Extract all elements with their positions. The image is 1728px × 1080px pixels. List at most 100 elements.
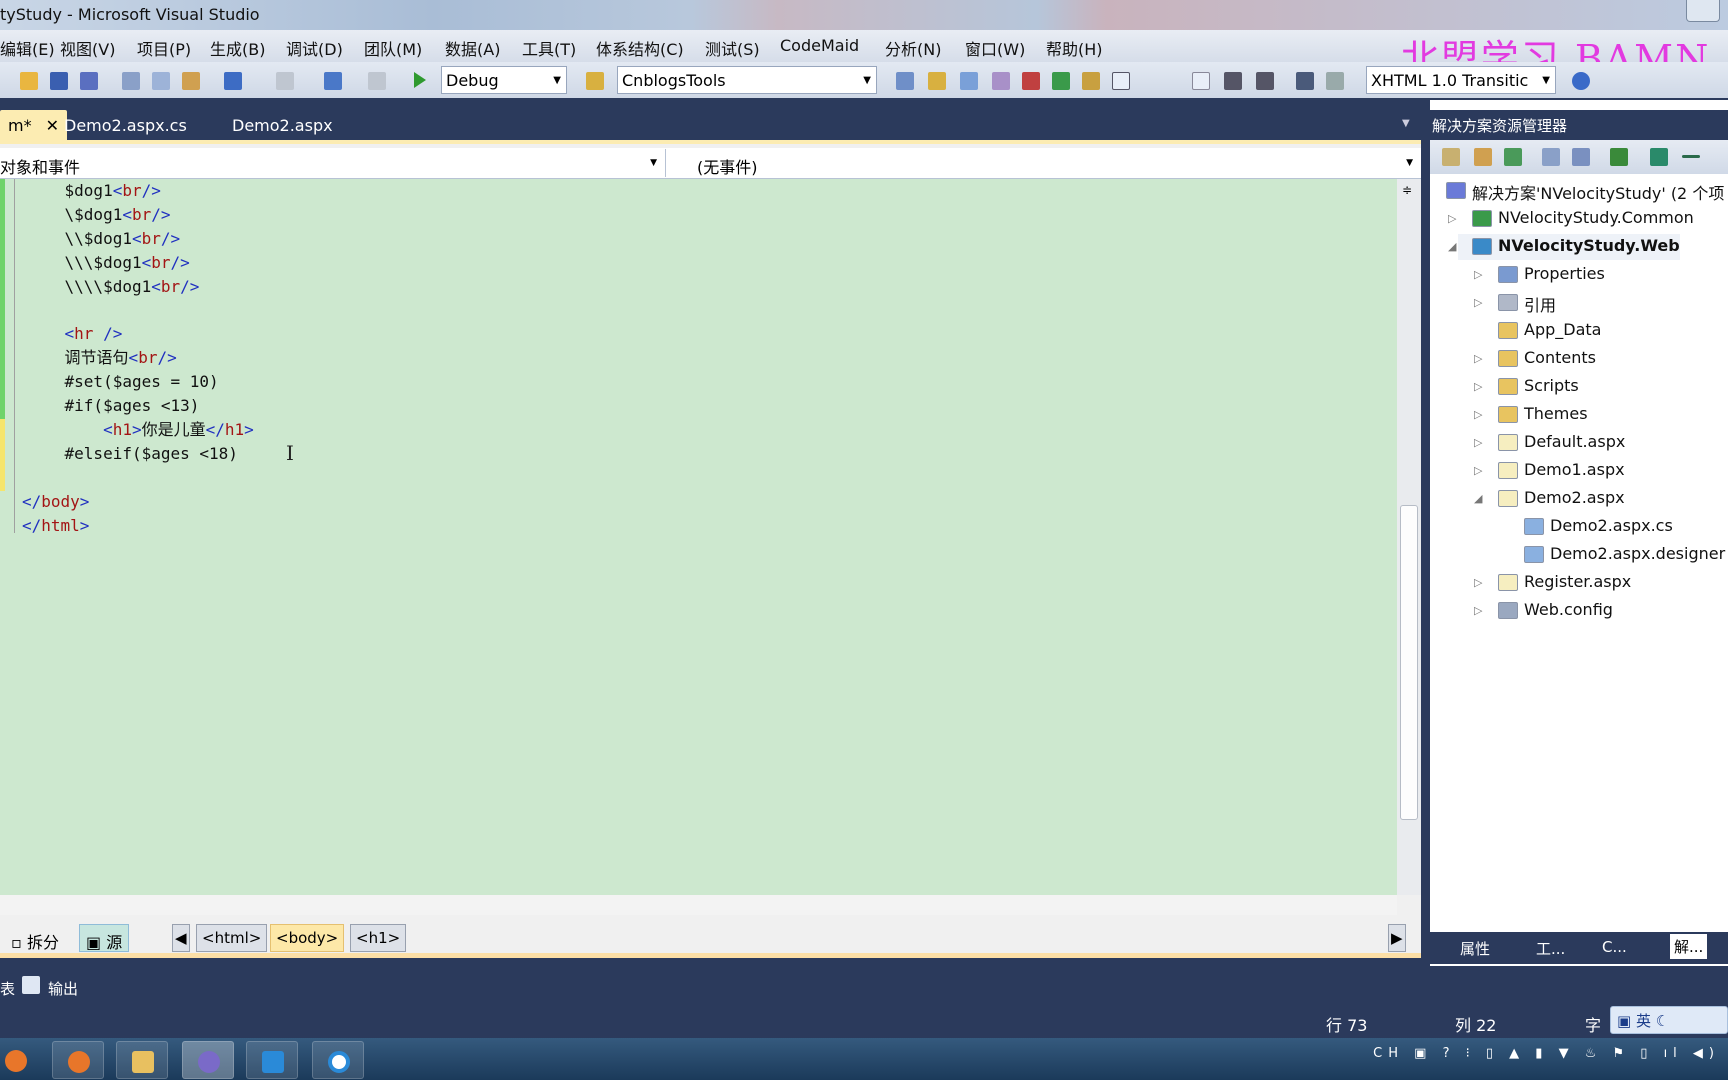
breadcrumb-scroll-right[interactable]: ▶: [1388, 924, 1406, 952]
breadcrumb-item[interactable]: <body>: [270, 924, 345, 952]
menu-item[interactable]: 窗口(W): [965, 36, 1025, 60]
command-window-icon[interactable]: [1112, 72, 1130, 90]
solution-explorer-icon[interactable]: [928, 72, 946, 90]
expand-icon[interactable]: ▷: [1474, 268, 1482, 281]
find-icon[interactable]: [368, 72, 386, 90]
start-button[interactable]: [0, 1041, 42, 1079]
code-area[interactable]: $dog1<br/> \$dog1<br/> \\$dog1<br/> \\\$…: [0, 179, 1397, 895]
properties-icon[interactable]: [1442, 148, 1460, 166]
expand-icon[interactable]: ▷: [1474, 408, 1482, 421]
find-in-files-icon[interactable]: [896, 72, 914, 90]
collapse-icon[interactable]: ◢: [1474, 492, 1482, 505]
language-indicator[interactable]: CH: [1373, 1046, 1404, 1061]
expand-icon[interactable]: ▷: [1474, 576, 1482, 589]
properties-icon[interactable]: [960, 72, 978, 90]
tree-item[interactable]: ▷ Demo1.aspx: [1430, 458, 1728, 484]
menu-item[interactable]: 视图(V): [60, 36, 115, 60]
expand-icon[interactable]: ▷: [1474, 464, 1482, 477]
toolbox-icon[interactable]: [1022, 72, 1040, 90]
minimize-button[interactable]: [1686, 0, 1720, 22]
start-debug-icon[interactable]: [414, 72, 426, 88]
menu-item[interactable]: 数据(A): [445, 36, 500, 60]
tree-item[interactable]: ▷ NVelocityStudy.Common: [1430, 206, 1728, 232]
start-page-icon[interactable]: [1052, 72, 1070, 90]
explorer-tab[interactable]: 工...: [1536, 938, 1565, 959]
expand-icon[interactable]: ▷: [1474, 380, 1482, 393]
split-handle-icon[interactable]: ≑: [1402, 183, 1412, 197]
open-icon[interactable]: [20, 72, 38, 90]
refresh-icon[interactable]: [1504, 148, 1522, 166]
taskbar-visual-studio[interactable]: [182, 1041, 234, 1079]
tree-item[interactable]: 解决方案'NVelocityStudy' (2 个项: [1430, 178, 1728, 204]
tab-error-list[interactable]: 表: [0, 978, 15, 999]
copy-icon[interactable]: [152, 72, 170, 90]
explorer-tab[interactable]: 属性: [1460, 938, 1490, 959]
taskbar-firefox[interactable]: [52, 1041, 104, 1079]
show-all-files-icon[interactable]: [1474, 148, 1492, 166]
taskbar-recorder[interactable]: [312, 1041, 364, 1079]
explorer-tab[interactable]: C...: [1602, 938, 1627, 956]
tab-list-dropdown-icon[interactable]: ▼: [1402, 118, 1410, 129]
collapse-icon[interactable]: ◢: [1448, 240, 1456, 253]
tree-item[interactable]: ▷ Web.config: [1430, 598, 1728, 624]
tab-output[interactable]: 输出: [48, 978, 78, 999]
menu-item[interactable]: 测试(S): [705, 36, 760, 60]
menu-item[interactable]: 工具(T): [522, 36, 576, 60]
menu-item[interactable]: 团队(M): [364, 36, 422, 60]
expand-icon[interactable]: ▷: [1448, 212, 1456, 225]
indent-icon[interactable]: [1224, 72, 1242, 90]
breadcrumb-item[interactable]: <html>: [196, 924, 268, 952]
redo-icon[interactable]: [276, 72, 294, 90]
tree-item[interactable]: ▷ 引用: [1430, 290, 1728, 316]
extensions-icon[interactable]: [1082, 72, 1100, 90]
tree-item[interactable]: ▷ Properties: [1430, 262, 1728, 288]
view-code-icon[interactable]: [1542, 148, 1560, 166]
cut-icon[interactable]: [122, 72, 140, 90]
objects-dropdown[interactable]: 对象和事件 ▼: [0, 149, 666, 177]
events-dropdown[interactable]: (无事件) ▼: [667, 149, 1421, 177]
menu-item[interactable]: 项目(P): [137, 36, 191, 60]
taskbar-explorer[interactable]: [116, 1041, 168, 1079]
format-icon[interactable]: [1192, 72, 1210, 90]
outdent-icon[interactable]: [1256, 72, 1274, 90]
sync-icon[interactable]: [1650, 148, 1668, 166]
tree-item[interactable]: ▷ Contents: [1430, 346, 1728, 372]
tree-item[interactable]: ◢ Demo2.aspx: [1430, 486, 1728, 512]
split-view-button[interactable]: ▫ 拆分: [4, 924, 66, 952]
menu-item[interactable]: CodeMaid: [780, 36, 859, 55]
tab-document[interactable]: Demo2.aspx.cs: [56, 110, 195, 140]
menu-item[interactable]: 帮助(H): [1046, 36, 1103, 60]
expand-icon[interactable]: ▷: [1474, 604, 1482, 617]
tree-item[interactable]: App_Data: [1430, 318, 1728, 344]
tree-item[interactable]: ◢ NVelocityStudy.Web: [1430, 234, 1728, 260]
expand-icon[interactable]: ▷: [1474, 296, 1482, 309]
collapse-icon[interactable]: [1682, 155, 1700, 158]
view-designer-icon[interactable]: [1572, 148, 1590, 166]
menu-item[interactable]: 编辑(E): [0, 36, 55, 60]
expand-icon[interactable]: ▷: [1474, 352, 1482, 365]
comment-icon[interactable]: [1296, 72, 1314, 90]
doctype-dropdown[interactable]: XHTML 1.0 Transitic ▼: [1366, 66, 1556, 94]
paste-icon[interactable]: [182, 72, 200, 90]
source-view-button[interactable]: ▣ 源: [79, 924, 130, 952]
explorer-tab[interactable]: 解...: [1670, 934, 1708, 959]
tab-document[interactable]: Demo2.aspx: [224, 110, 341, 140]
ime-toolbar[interactable]: ▣ 英 ☾: [1610, 1006, 1728, 1034]
save-icon[interactable]: [50, 72, 68, 90]
tree-item[interactable]: ▷ Themes: [1430, 402, 1728, 428]
tree-item[interactable]: ▷ Scripts: [1430, 374, 1728, 400]
navigate-icon[interactable]: [324, 72, 342, 90]
class-diagram-icon[interactable]: [1610, 148, 1628, 166]
taskbar-app[interactable]: [246, 1041, 298, 1079]
config-dropdown[interactable]: Debug ▼: [441, 66, 567, 94]
horizontal-scrollbar[interactable]: [0, 895, 1397, 915]
undo-icon[interactable]: [224, 72, 242, 90]
menu-item[interactable]: 调试(D): [286, 36, 343, 60]
object-browser-icon[interactable]: [992, 72, 1010, 90]
menu-item[interactable]: 体系结构(C): [596, 36, 684, 60]
tree-item[interactable]: Demo2.aspx.designer: [1430, 542, 1728, 568]
scrollbar-thumb[interactable]: [1400, 505, 1418, 820]
save-all-icon[interactable]: [80, 72, 98, 90]
breadcrumb-item[interactable]: <h1>: [350, 924, 407, 952]
breadcrumb-scroll-left[interactable]: ◀: [172, 924, 190, 952]
